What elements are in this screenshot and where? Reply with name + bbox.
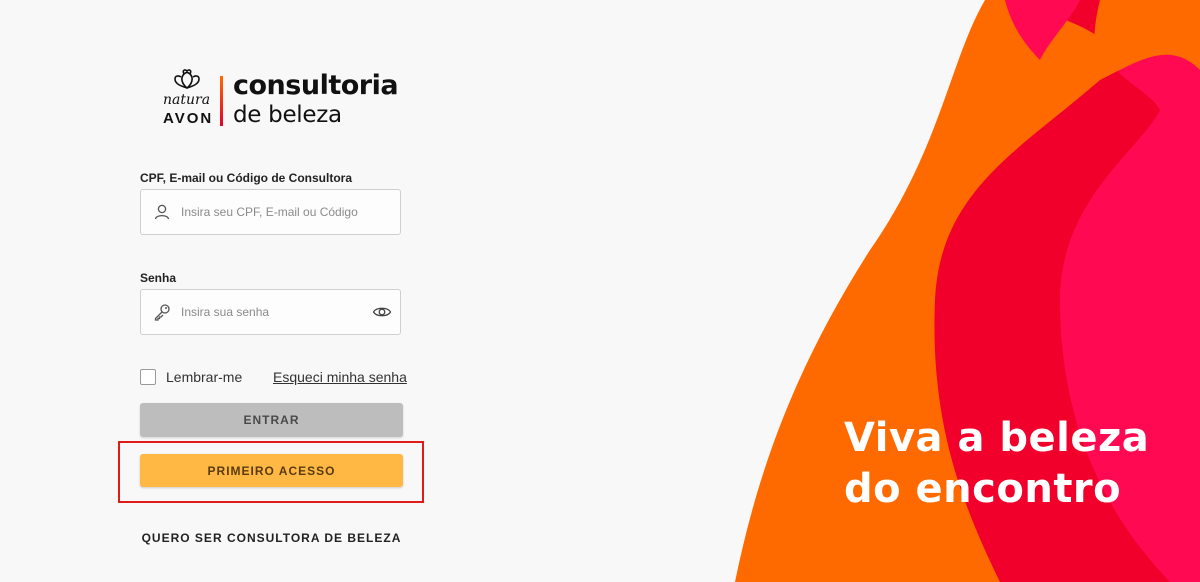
- forgot-password-link[interactable]: Esqueci minha senha: [273, 369, 407, 385]
- key-icon: [154, 304, 170, 321]
- natura-flower-icon: [174, 69, 200, 90]
- hero-tagline: Viva a beleza do encontro: [844, 413, 1149, 515]
- password-field[interactable]: [140, 289, 401, 335]
- login-field-label: CPF, E-mail ou Código de Consultora: [140, 171, 353, 185]
- hero-tagline-line2: do encontro: [844, 466, 1122, 512]
- login-field[interactable]: [140, 189, 401, 235]
- first-access-button[interactable]: PRIMEIRO ACESSO: [140, 454, 403, 487]
- hero-tagline-line1: Viva a beleza: [844, 415, 1150, 461]
- login-page: Viva a beleza do encontro natura AVON co…: [0, 0, 1200, 582]
- become-consultant-link[interactable]: QUERO SER CONSULTORA DE BELEZA: [140, 531, 403, 545]
- remember-label: Lembrar-me: [166, 369, 243, 385]
- brand-logo: natura AVON consultoria de beleza: [160, 68, 420, 130]
- user-icon: [154, 204, 170, 220]
- eye-icon[interactable]: [372, 303, 392, 321]
- login-input[interactable]: [181, 190, 361, 234]
- password-field-label: Senha: [140, 271, 177, 285]
- remember-checkbox[interactable]: [140, 369, 156, 385]
- natura-wordmark: natura: [163, 92, 211, 108]
- logo-title-line1: consultoria: [233, 70, 399, 101]
- logo-title-line2: de beleza: [233, 102, 342, 128]
- remember-me[interactable]: Lembrar-me: [140, 368, 242, 386]
- password-input[interactable]: [181, 290, 361, 334]
- avon-wordmark: AVON: [163, 110, 214, 127]
- logo-divider: [220, 76, 223, 126]
- enter-button[interactable]: ENTRAR: [140, 403, 403, 437]
